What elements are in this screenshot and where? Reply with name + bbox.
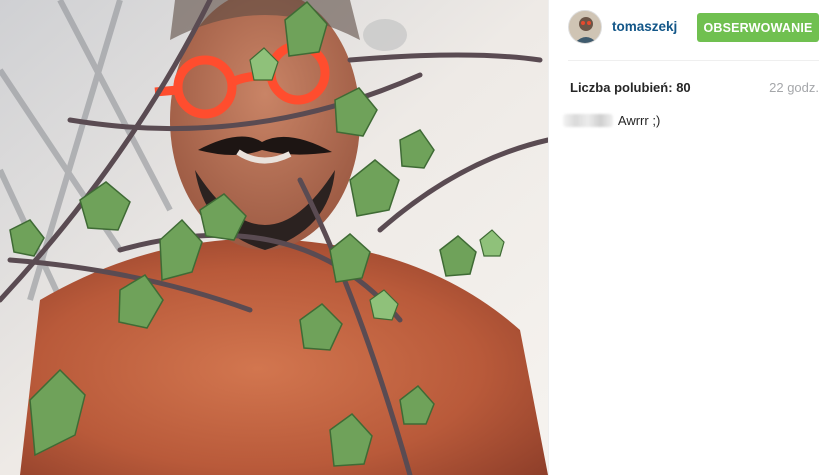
username-link[interactable]: tomaszekj <box>612 19 677 34</box>
post-photo[interactable] <box>0 0 548 475</box>
post-time[interactable]: 22 godz. <box>769 80 819 95</box>
post-header: tomaszekj OBSERWOWANIE <box>568 10 819 48</box>
likes-label: Liczba polubień: <box>570 80 673 95</box>
header-divider <box>568 60 819 61</box>
likes-count[interactable]: Liczba polubień: 80 <box>570 80 691 95</box>
blurred-username[interactable] <box>563 114 613 127</box>
avatar[interactable] <box>568 10 602 44</box>
caption: Awrrr ;) <box>563 113 660 128</box>
post-photo-graphic <box>0 0 548 475</box>
avatar-icon <box>569 11 601 43</box>
likes-number: 80 <box>676 80 691 95</box>
caption-text: Awrrr ;) <box>617 113 661 128</box>
post-sidebar: tomaszekj OBSERWOWANIE Liczba polubień: … <box>548 0 835 475</box>
follow-button[interactable]: OBSERWOWANIE <box>697 13 819 42</box>
